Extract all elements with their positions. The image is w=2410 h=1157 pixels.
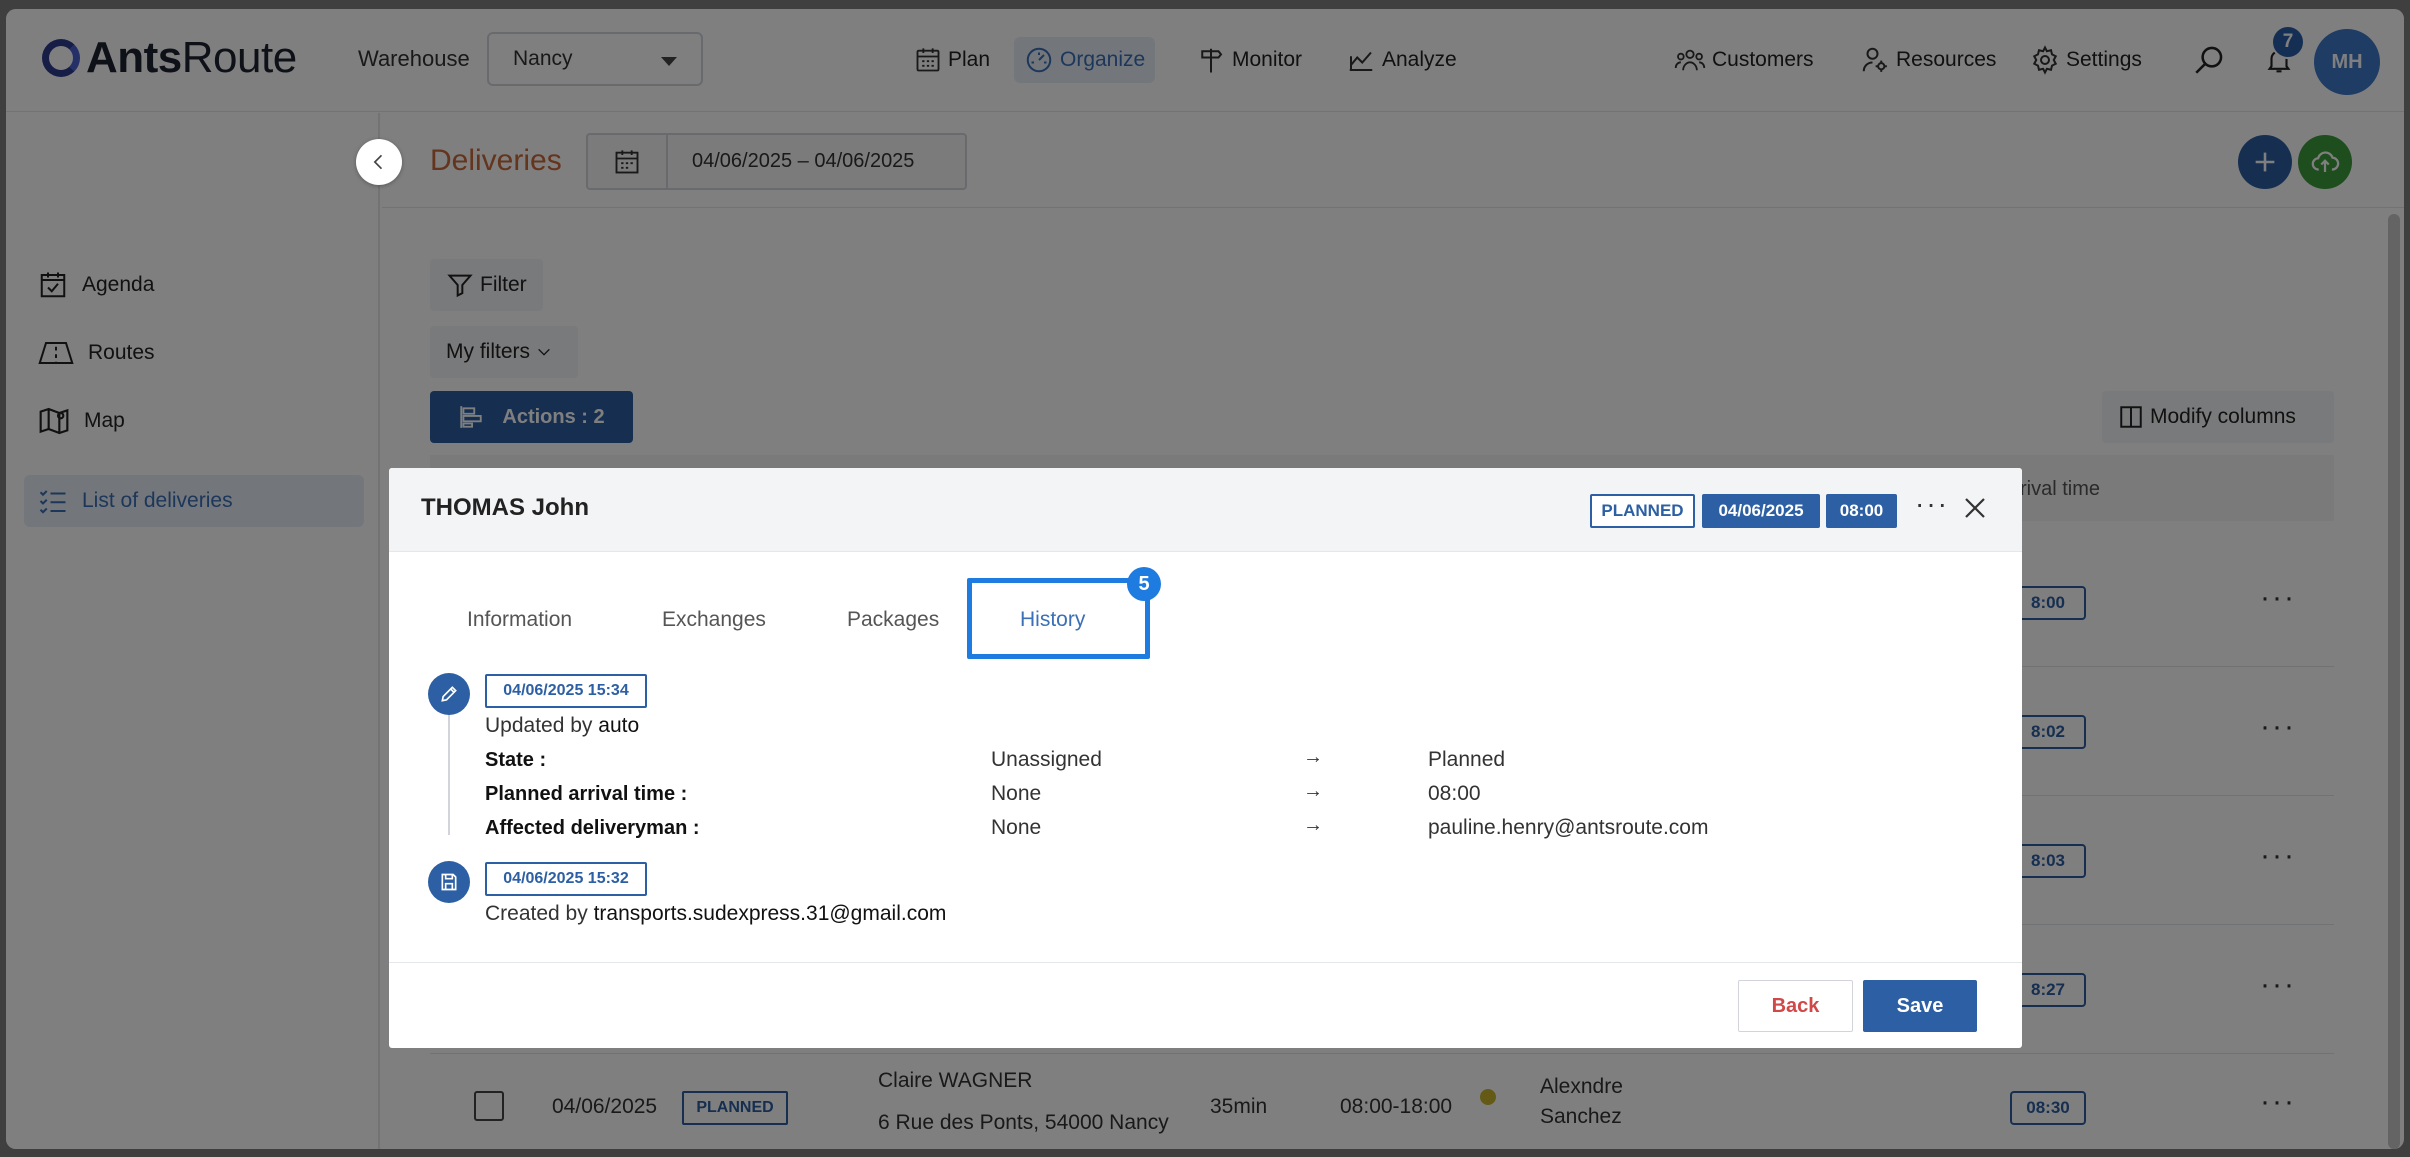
- tab-exchanges[interactable]: Exchanges: [662, 608, 766, 632]
- chevron-left-icon: [373, 154, 383, 170]
- tab-information[interactable]: Information: [467, 608, 572, 632]
- change-new-value: pauline.henry@antsroute.com: [1428, 816, 1709, 839]
- annotation-number-badge: 5: [1127, 567, 1161, 601]
- status-badge: PLANNED: [1590, 494, 1695, 528]
- delivery-detail-modal: THOMAS John PLANNED 04/06/2025 08:00 ···…: [389, 468, 2022, 1048]
- change-arrow: →: [1303, 746, 1323, 768]
- change-old-value: None: [991, 782, 1042, 805]
- modal-footer-divider: [389, 962, 2022, 963]
- pencil-icon: [441, 686, 457, 702]
- change-old-value: Unassigned: [991, 748, 1102, 771]
- history-timestamp: 04/06/2025 15:34: [485, 674, 647, 708]
- save-button[interactable]: Save: [1863, 980, 1977, 1032]
- history-entry-icon: [428, 673, 470, 715]
- more-options-button[interactable]: ···: [1915, 488, 1949, 520]
- tab-highlight-box: [967, 578, 1150, 659]
- change-old-value: None: [991, 816, 1042, 839]
- history-author: Created by transports.sudexpress.31@gmai…: [485, 902, 946, 926]
- modal-header: THOMAS John PLANNED 04/06/2025 08:00 ···: [389, 468, 2022, 552]
- close-button[interactable]: [1963, 496, 1987, 525]
- change-field-label: Planned arrival time :: [485, 783, 688, 805]
- tab-packages[interactable]: Packages: [847, 608, 939, 632]
- history-author-user: auto: [598, 714, 640, 737]
- save-icon: [441, 873, 457, 891]
- history-author-user: transports.sudexpress.31@gmail.com: [593, 902, 947, 925]
- history-timestamp: 04/06/2025 15:32: [485, 862, 647, 896]
- history-author-prefix: Created by: [485, 902, 588, 925]
- date-badge: 04/06/2025: [1702, 494, 1820, 528]
- history-entry-icon: [428, 861, 470, 903]
- change-new-value: 08:00: [1428, 782, 1481, 805]
- change-new-value: Planned: [1428, 748, 1506, 771]
- close-icon: [1965, 498, 1985, 518]
- history-author: Updated by auto: [485, 714, 639, 738]
- change-field-label: State :: [485, 749, 547, 771]
- modal-title: THOMAS John: [421, 494, 589, 521]
- time-badge: 08:00: [1826, 494, 1897, 528]
- collapse-sidebar-button[interactable]: [356, 139, 402, 185]
- change-arrow: →: [1303, 780, 1323, 802]
- history-author-prefix: Updated by: [485, 714, 593, 737]
- change-arrow: →: [1303, 814, 1323, 836]
- back-button[interactable]: Back: [1738, 980, 1853, 1032]
- change-field-label: Affected deliveryman :: [485, 817, 700, 839]
